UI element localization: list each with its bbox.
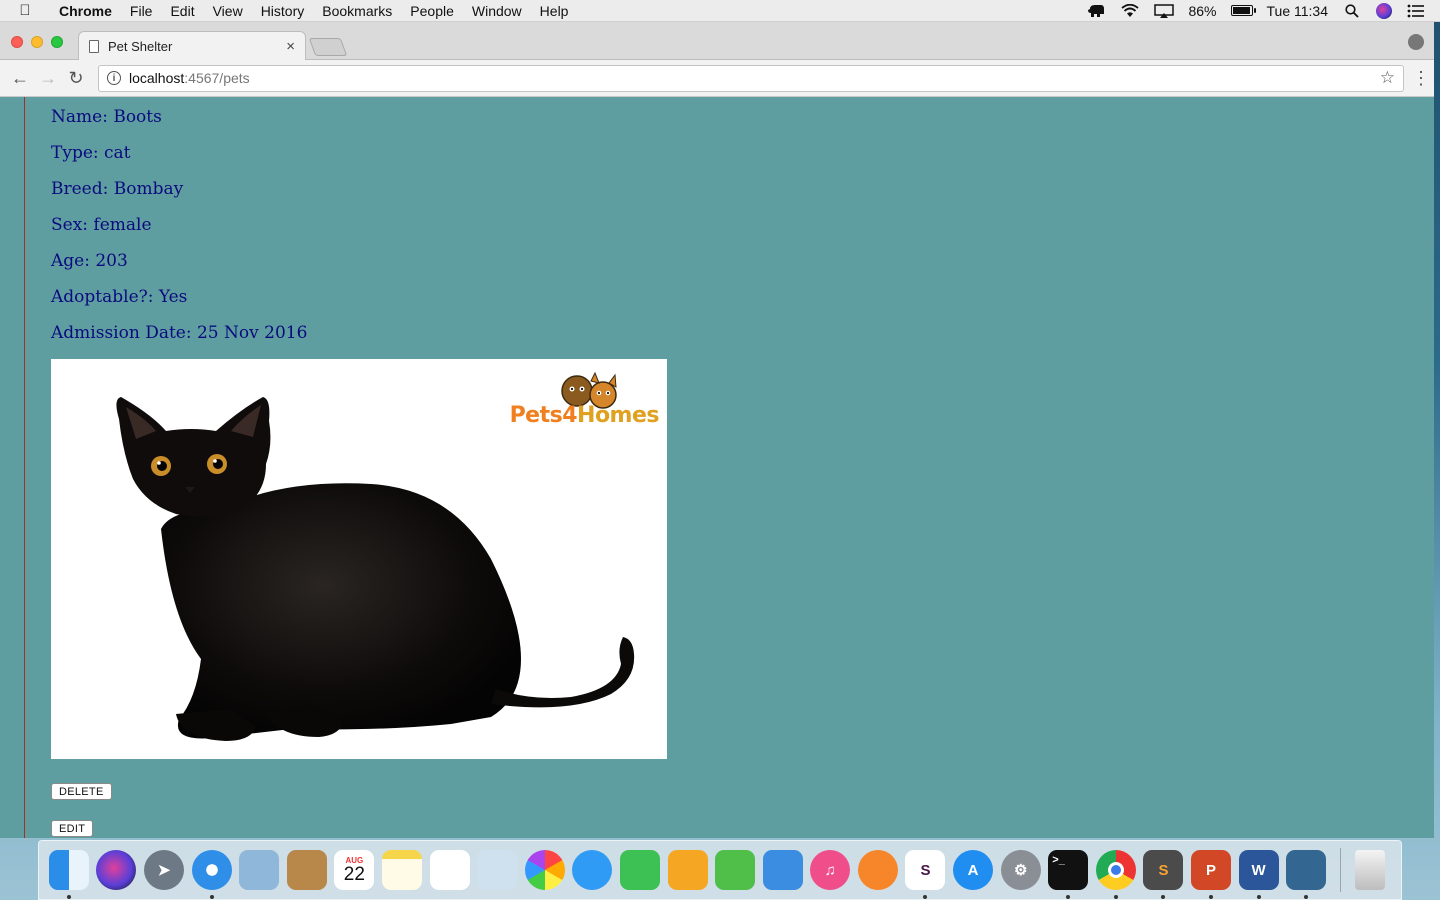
ibooks-icon[interactable]	[857, 850, 898, 890]
page-content: Name: Boots Type: cat Breed: Bombay Sex:…	[0, 97, 1434, 838]
numbers-icon[interactable]	[715, 850, 756, 890]
page-document-icon	[89, 40, 99, 53]
postgres-icon[interactable]	[1286, 850, 1327, 899]
siri-icon[interactable]	[1376, 2, 1392, 19]
url-host: localhost	[129, 70, 185, 86]
fullscreen-window-button[interactable]	[51, 36, 63, 48]
airplay-icon[interactable]	[1154, 3, 1175, 19]
trash-icon[interactable]	[1354, 850, 1385, 890]
pet-name: Name: Boots	[51, 107, 162, 127]
pet-sex: Sex: female	[51, 215, 152, 235]
dock-separator	[1340, 848, 1342, 892]
tab-strip: Pet Shelter ×	[0, 22, 1434, 61]
word-icon[interactable]: W	[1238, 850, 1279, 899]
menu-people[interactable]: People	[401, 3, 463, 19]
close-tab-icon[interactable]: ×	[286, 38, 295, 55]
facetime-icon[interactable]	[619, 850, 660, 890]
terminal-icon[interactable]: >_	[1048, 850, 1089, 899]
back-button[interactable]: ←	[8, 66, 32, 90]
clock[interactable]: Tue 11:34	[1267, 3, 1329, 19]
finder-icon[interactable]	[48, 850, 89, 899]
window-controls	[11, 36, 63, 48]
menu-window[interactable]: Window	[463, 3, 531, 19]
reload-button[interactable]: ↻	[64, 66, 88, 90]
chrome-menu-icon[interactable]: ⋮	[1412, 68, 1430, 89]
url-path: :4567/pets	[184, 70, 250, 86]
pet-photo: Pets4Homes	[51, 359, 667, 759]
new-tab-button[interactable]	[308, 38, 348, 56]
apple-menu-icon[interactable]: 	[0, 2, 50, 19]
sublime-text-icon[interactable]: S	[1143, 850, 1184, 899]
edit-button[interactable]: EDIT	[51, 820, 94, 837]
browser-toolbar: ← → ↻ i localhost:4567/pets ☆ ⋮	[0, 60, 1434, 97]
pet-admission-date: Admission Date: 25 Nov 2016	[51, 323, 308, 343]
battery-level-fill	[1232, 7, 1250, 14]
battery-percent[interactable]: 86%	[1188, 3, 1216, 19]
macos-dock: ➤ AUG 22 ♫ S A ⚙ >_ S P W	[38, 840, 1402, 900]
pet-adoptable: Adoptable?: Yes	[51, 287, 188, 307]
preview-icon[interactable]	[477, 850, 518, 890]
app-store-icon[interactable]: A	[953, 850, 994, 890]
system-preferences-icon[interactable]: ⚙	[1000, 850, 1041, 890]
pets4homes-wordmark: Pets4Homes	[509, 403, 660, 428]
photos-icon[interactable]	[524, 850, 565, 890]
messages-icon[interactable]	[572, 850, 613, 890]
pet-breed: Breed: Bombay	[51, 179, 184, 199]
menu-history[interactable]: History	[252, 3, 314, 19]
menu-app-chrome[interactable]: Chrome	[50, 3, 121, 19]
page-left-border	[24, 97, 25, 838]
chrome-icon[interactable]	[1095, 850, 1136, 899]
bookmark-star-icon[interactable]: ☆	[1380, 68, 1395, 88]
tab-pet-shelter[interactable]: Pet Shelter ×	[78, 31, 306, 61]
pet-age: Age: 203	[51, 251, 128, 271]
menu-bookmarks[interactable]: Bookmarks	[313, 3, 401, 19]
menu-file[interactable]: File	[121, 3, 162, 19]
calendar-icon[interactable]: AUG 22	[334, 850, 375, 890]
reminders-icon[interactable]	[429, 850, 470, 890]
pages-icon[interactable]	[667, 850, 708, 890]
safari-icon[interactable]	[191, 850, 232, 899]
calendar-day: 22	[343, 863, 365, 885]
menu-view[interactable]: View	[204, 3, 252, 19]
itunes-icon[interactable]: ♫	[810, 850, 851, 890]
profile-avatar-icon[interactable]	[1408, 34, 1424, 50]
notification-center-icon[interactable]	[1406, 3, 1426, 19]
launchpad-icon[interactable]: ➤	[143, 850, 184, 890]
mail-icon[interactable]	[239, 850, 280, 890]
wifi-icon[interactable]	[1120, 3, 1140, 19]
siri-icon[interactable]	[96, 850, 137, 890]
site-info-icon[interactable]: i	[107, 71, 121, 85]
delete-button[interactable]: DELETE	[51, 783, 112, 800]
evernote-elephant-icon[interactable]	[1086, 3, 1106, 19]
notes-icon[interactable]	[381, 850, 422, 890]
menu-help[interactable]: Help	[531, 3, 578, 19]
close-window-button[interactable]	[11, 36, 23, 48]
keynote-icon[interactable]	[762, 850, 803, 890]
chrome-window: Pet Shelter × ← → ↻ i localhost:4567/pet…	[0, 22, 1434, 838]
contacts-icon[interactable]	[286, 850, 327, 890]
macos-menu-bar:  Chrome File Edit View History Bookmark…	[0, 0, 1440, 22]
address-bar[interactable]: i localhost:4567/pets ☆	[98, 64, 1404, 92]
forward-button[interactable]: →	[36, 66, 60, 90]
tab-title: Pet Shelter	[108, 39, 173, 54]
slack-icon[interactable]: S	[905, 850, 946, 899]
pet-details: Name: Boots Type: cat Breed: Bombay Sex:…	[51, 105, 307, 357]
powerpoint-icon[interactable]: P	[1191, 850, 1232, 899]
battery-icon[interactable]	[1230, 5, 1256, 16]
menu-edit[interactable]: Edit	[161, 3, 203, 19]
minimize-window-button[interactable]	[31, 36, 43, 48]
spotlight-search-icon[interactable]	[1342, 3, 1362, 19]
pet-type: Type: cat	[51, 143, 131, 163]
